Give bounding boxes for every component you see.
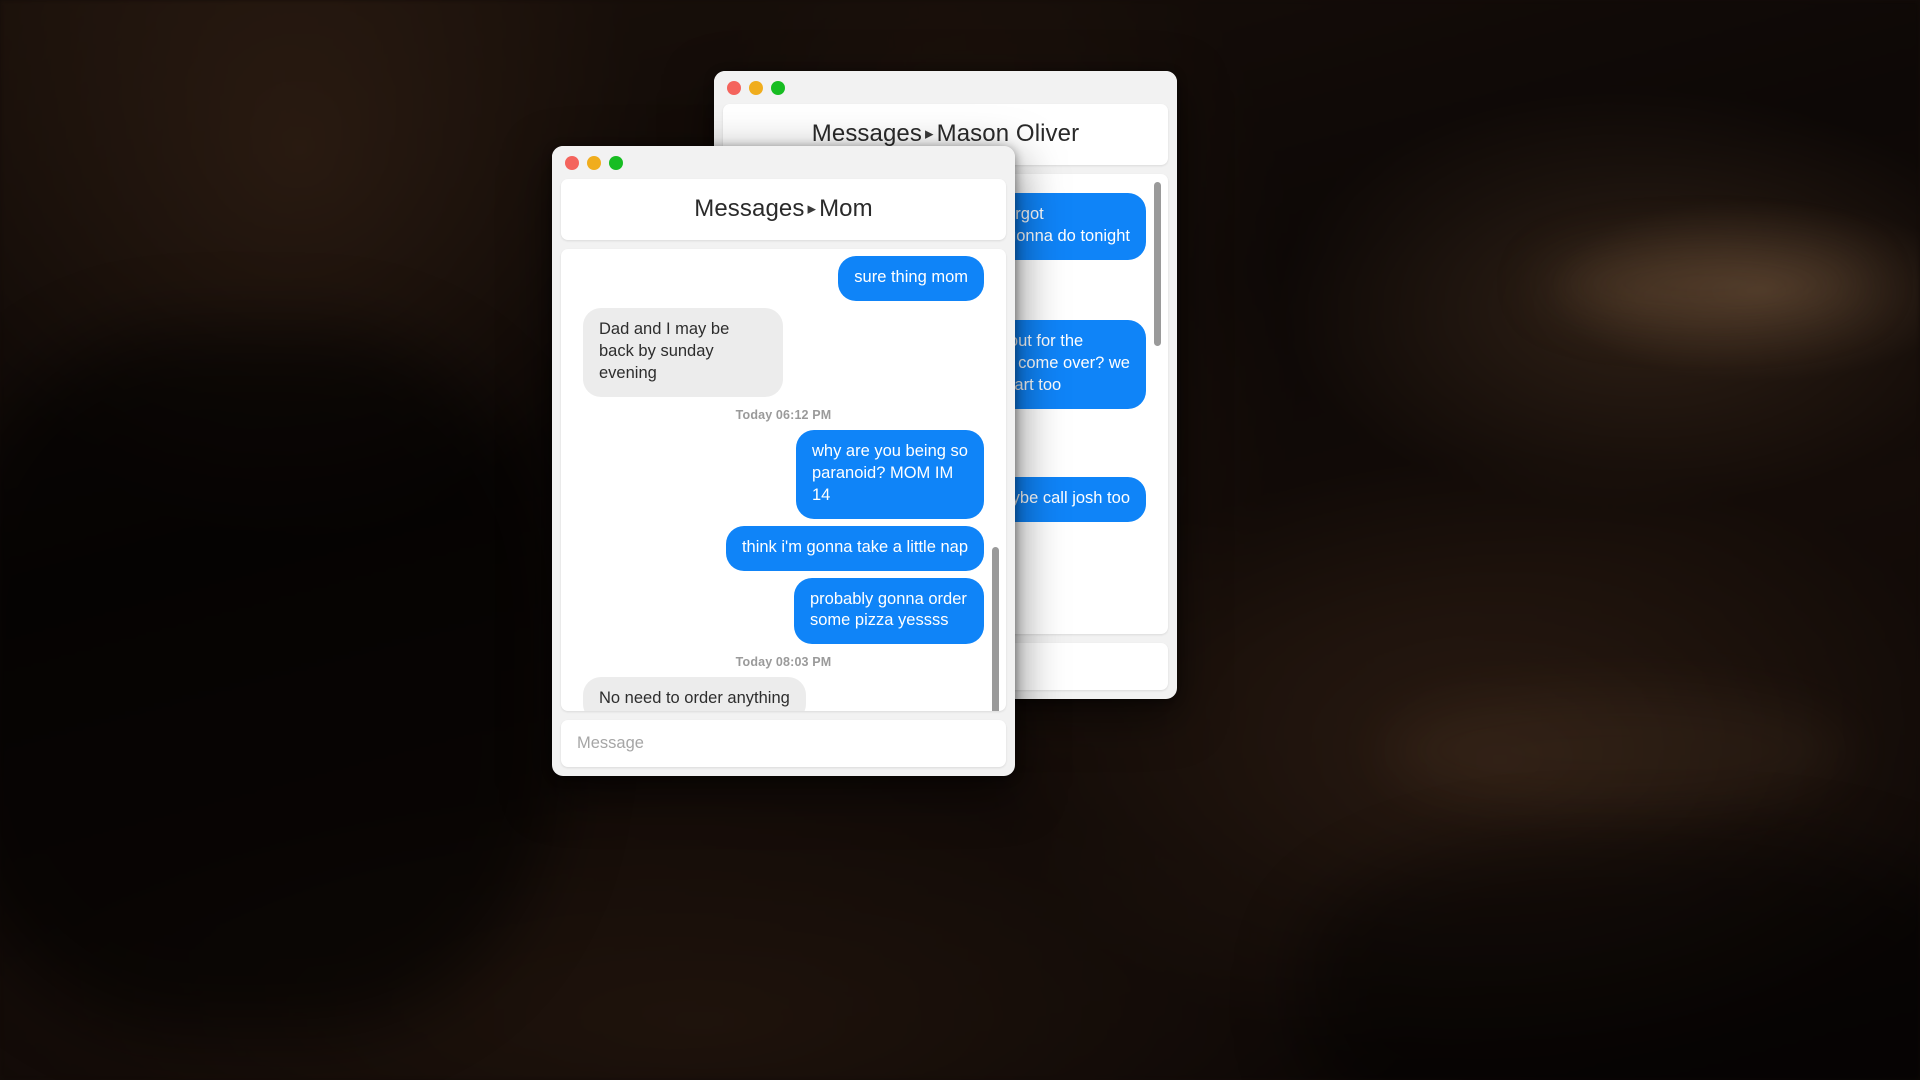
- thread-scrollbar[interactable]: [1154, 182, 1161, 346]
- maximize-button[interactable]: [609, 155, 623, 170]
- message-bubble-outgoing: probably gonna order some pizza yessss: [794, 577, 984, 645]
- thread-scrollbar[interactable]: [992, 547, 999, 711]
- contact-name-label: Mom: [819, 195, 873, 222]
- app-name-label: Messages: [811, 120, 922, 147]
- thread-header: Messages ▸ Mom: [561, 179, 1006, 240]
- breadcrumb-separator-icon: ▸: [807, 199, 817, 218]
- message-bubble-outgoing: think i'm gonna take a little nap: [725, 525, 984, 571]
- message-row: think i'm gonna take a little nap: [583, 525, 984, 571]
- app-name-label: Messages: [694, 195, 805, 222]
- message-bubble-outgoing: why are you being so paranoid? MOM IM 14: [796, 429, 984, 519]
- contact-name-label: Mason Oliver: [936, 120, 1080, 147]
- window-messages-mom[interactable]: Messages ▸ Mom sure thing mom Dad and I ma…: [552, 146, 1015, 776]
- message-bubble-outgoing: sure thing mom: [838, 256, 984, 301]
- titlebar[interactable]: [552, 146, 1015, 179]
- message-timestamp: Today 06:12 PM: [735, 407, 832, 422]
- message-row: Dad and I may be back by sunday evening: [583, 307, 984, 397]
- message-row: No need to order anything: [583, 677, 984, 711]
- message-row: probably gonna order some pizza yessss: [583, 577, 984, 645]
- wallpaper-highlight-lower: [1380, 690, 1850, 810]
- close-button[interactable]: [565, 155, 579, 170]
- desktop: Messages▸Mason Oliver i totally forgot w…: [0, 0, 1920, 1080]
- message-thread[interactable]: sure thing mom Dad and I may be back by …: [561, 249, 1006, 711]
- wallpaper-highlight: [1540, 248, 1870, 318]
- breadcrumb-separator-icon: ▸: [924, 124, 934, 143]
- titlebar[interactable]: [714, 71, 1177, 104]
- message-input[interactable]: Message: [561, 720, 1006, 767]
- message-row: why are you being so paranoid? MOM IM 14: [583, 429, 984, 519]
- close-button[interactable]: [727, 80, 741, 95]
- maximize-button[interactable]: [771, 80, 785, 95]
- app-frame: Messages ▸ Mom sure thing mom Dad and I ma…: [561, 179, 1006, 767]
- message-row: sure thing mom: [583, 256, 984, 301]
- minimize-button[interactable]: [587, 155, 601, 170]
- message-timestamp: Today 08:03 PM: [735, 655, 832, 670]
- message-list: sure thing mom Dad and I may be back by …: [561, 249, 1006, 711]
- wallpaper-shadow-left: [0, 330, 560, 1030]
- wallpaper-shadow-right: [1300, 840, 1920, 1080]
- minimize-button[interactable]: [749, 80, 763, 95]
- message-bubble-incoming: Dad and I may be back by sunday evening: [583, 307, 783, 397]
- message-bubble-incoming: No need to order anything: [583, 677, 806, 711]
